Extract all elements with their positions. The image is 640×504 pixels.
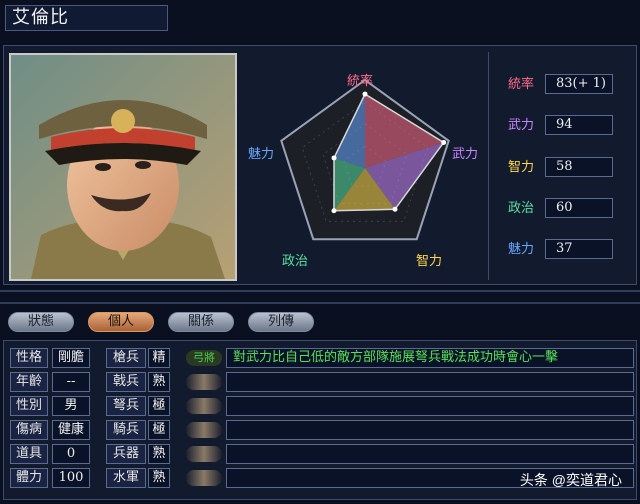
radar-label-war: 武力: [452, 147, 479, 162]
tab-personal[interactable]: 個人: [88, 312, 154, 332]
info-value-stamina: 100: [52, 468, 90, 488]
aptitude-label-navy: 水軍: [106, 468, 146, 488]
stat-value-leadership: 83(+ 1): [545, 74, 613, 94]
aptitude-label-crossbow: 弩兵: [106, 396, 146, 416]
aptitude-grade-halberd: 熟: [148, 372, 170, 392]
separator: [0, 290, 640, 292]
trait-tag-empty: [186, 374, 222, 390]
radar-label-politics: 政治: [282, 254, 309, 269]
info-label-health: 傷病: [10, 420, 48, 440]
info-label-age: 年齡: [10, 372, 48, 392]
aptitude-label-cavalry: 騎兵: [106, 420, 146, 440]
trait-description-empty: [226, 372, 634, 392]
info-label-gender: 性別: [10, 396, 48, 416]
radar-point-war: [441, 139, 447, 145]
aptitude-grade-navy: 熟: [148, 468, 170, 488]
radar-point-intelligence: [392, 206, 398, 212]
trait-tag-empty: [186, 470, 222, 486]
stat-charm: 魅力 37: [500, 239, 620, 261]
trait-tag-empty: [186, 422, 222, 438]
stat-label-charm: 魅力: [507, 242, 534, 257]
trait-tag-empty: [186, 446, 222, 462]
info-label-personality: 性格: [10, 348, 48, 368]
trait-tag[interactable]: 弓將: [186, 350, 222, 366]
stat-politics: 政治 60: [500, 198, 620, 220]
stat-value-war: 94: [545, 115, 613, 135]
attribute-radar: 統率 武力 智力 政治 魅力: [240, 50, 490, 285]
radar-label-charm: 魅力: [248, 147, 275, 162]
stat-value-politics: 60: [545, 198, 613, 218]
stat-value-intelligence: 58: [545, 157, 613, 177]
trait-description-empty: [226, 420, 634, 440]
trait-tag-empty: [186, 398, 222, 414]
trait-description: 對武力比自己低的敵方部隊施展弩兵戰法成功時會心一擊: [226, 348, 634, 368]
stat-label-leadership: 統率: [507, 77, 534, 92]
trait-description-empty: [226, 396, 634, 416]
tab-biography[interactable]: 列傳: [248, 312, 314, 332]
radar-point-leadership: [362, 91, 368, 97]
aptitude-grade-spear: 精: [148, 348, 170, 368]
aptitude-grade-cavalry: 極: [148, 420, 170, 440]
aptitude-label-siege: 兵器: [106, 444, 146, 464]
aptitude-label-spear: 槍兵: [106, 348, 146, 368]
info-value-items: 0: [52, 444, 90, 464]
stat-label-intelligence: 智力: [507, 160, 534, 175]
stat-label-politics: 政治: [507, 201, 534, 216]
general-name: 艾倫比: [5, 5, 168, 31]
info-label-stamina: 體力: [10, 468, 48, 488]
separator: [0, 302, 640, 304]
stat-intelligence: 智力 58: [500, 157, 620, 179]
aptitude-label-halberd: 戟兵: [106, 372, 146, 392]
tab-status[interactable]: 狀態: [8, 312, 74, 332]
radar-point-politics: [331, 208, 337, 214]
info-value-personality: 剛膽: [52, 348, 90, 368]
panel-divider: [488, 52, 489, 280]
watermark: 头条 @奕道君心: [519, 472, 622, 488]
radar-label-intelligence: 智力: [416, 254, 443, 269]
info-label-items: 道具: [10, 444, 48, 464]
radar-point-charm: [331, 155, 337, 161]
aptitude-grade-siege: 熟: [148, 444, 170, 464]
info-value-age: --: [52, 372, 90, 392]
aptitude-grade-crossbow: 極: [148, 396, 170, 416]
stat-war: 武力 94: [500, 115, 620, 137]
tab-relations[interactable]: 關係: [168, 312, 234, 332]
stat-value-charm: 37: [545, 239, 613, 259]
stat-label-war: 武力: [507, 118, 534, 133]
info-value-gender: 男: [52, 396, 90, 416]
general-portrait: [9, 53, 237, 281]
trait-description-empty: [226, 444, 634, 464]
stat-leadership: 統率 83(+ 1): [500, 74, 620, 96]
info-value-health: 健康: [52, 420, 90, 440]
radar-label-leadership: 統率: [347, 74, 374, 89]
